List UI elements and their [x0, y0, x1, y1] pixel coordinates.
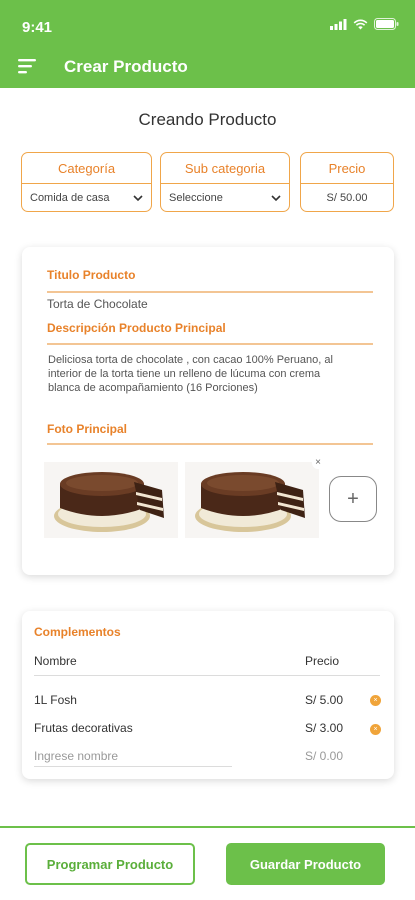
menu-icon[interactable] — [18, 58, 40, 74]
wifi-icon — [353, 19, 368, 29]
complement-name: 1L Fosh — [34, 693, 77, 707]
category-value: Comida de casa — [30, 192, 110, 204]
price-input[interactable]: S/ 50.00 — [301, 184, 393, 211]
schedule-product-button[interactable]: Programar Producto — [25, 843, 195, 885]
chocolate-cake-image — [185, 462, 319, 538]
photo-divider — [47, 443, 373, 445]
complement-price: S/ 3.00 — [305, 721, 344, 735]
title-label: Titulo Producto — [47, 268, 136, 282]
app-bar-title: Crear Producto — [64, 57, 188, 76]
category-field: Categoría Comida de casa — [21, 152, 152, 212]
signal-icon — [330, 18, 347, 30]
remove-complement-icon[interactable]: × — [370, 695, 381, 706]
description-label: Descripción Producto Principal — [47, 321, 226, 335]
status-time: 9:41 — [22, 19, 53, 36]
complement-price: S/ 5.00 — [305, 693, 344, 707]
app-bar: Crear Producto — [0, 44, 415, 88]
page-title: Creando Producto — [138, 110, 277, 129]
save-product-button[interactable]: Guardar Producto — [226, 843, 385, 885]
battery-icon — [374, 18, 399, 30]
product-photo[interactable] — [44, 462, 178, 538]
status-bar: 9:41 — [0, 0, 415, 44]
column-name-header: Nombre — [34, 654, 77, 668]
title-input[interactable]: Torta de Chocolate — [47, 297, 148, 311]
new-complement-price-input[interactable]: S/ 0.00 — [305, 749, 343, 763]
subcategory-field: Sub categoria Seleccione — [160, 152, 290, 212]
new-complement-name-input[interactable]: Ingrese nombre — [34, 749, 118, 763]
category-label: Categoría — [22, 153, 151, 184]
subcategory-value: Seleccione — [169, 192, 223, 204]
product-photo[interactable] — [185, 462, 319, 538]
subcategory-select[interactable]: Seleccione — [161, 184, 289, 211]
product-card: Titulo Producto Torta de Chocolate Descr… — [22, 247, 394, 575]
remove-complement-icon[interactable]: × — [370, 724, 381, 735]
subcategory-label: Sub categoria — [161, 153, 289, 184]
remove-photo-icon[interactable]: × — [312, 457, 324, 469]
price-label: Precio — [301, 153, 393, 184]
complement-name: Frutas decorativas — [34, 721, 133, 735]
price-field: Precio S/ 50.00 — [300, 152, 394, 212]
complements-card: Complementos Nombre Precio 1L Fosh S/ 5.… — [22, 611, 394, 779]
description-divider — [47, 343, 373, 345]
complements-title: Complementos — [34, 625, 121, 639]
status-icons — [330, 18, 399, 30]
new-complement-underline — [34, 766, 232, 767]
category-select[interactable]: Comida de casa — [22, 184, 151, 211]
add-photo-button[interactable]: + — [329, 476, 377, 522]
chevron-down-icon — [271, 194, 281, 201]
column-price-header: Precio — [305, 654, 340, 668]
description-input[interactable]: Deliciosa torta de chocolate , con cacao… — [48, 353, 348, 395]
title-divider — [47, 291, 373, 293]
chocolate-cake-image — [44, 462, 178, 538]
complements-header-divider — [34, 675, 380, 676]
chevron-down-icon — [133, 194, 143, 201]
footer-divider — [0, 826, 415, 828]
photo-label: Foto Principal — [47, 422, 128, 436]
